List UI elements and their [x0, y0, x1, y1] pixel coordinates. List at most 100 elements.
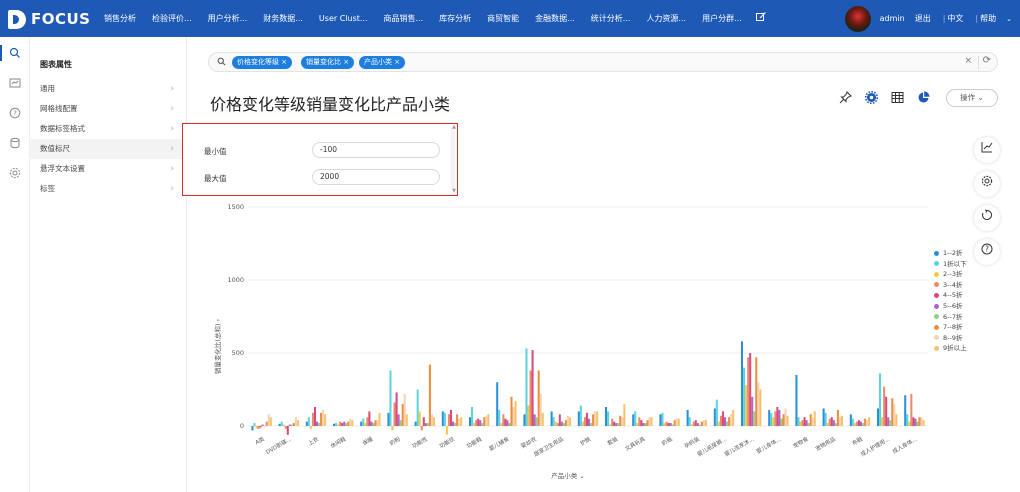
nav-item-inventory[interactable]: 库存分析: [433, 13, 481, 24]
legend-label: 5--6折: [943, 302, 963, 310]
bar: [316, 421, 319, 426]
bar: [502, 414, 505, 426]
bar: [778, 409, 781, 426]
reset-icon[interactable]: [974, 205, 1000, 231]
bar: [581, 421, 584, 426]
dashboard-icon[interactable]: [9, 77, 21, 89]
bar: [912, 417, 915, 426]
legend-item[interactable]: 3--4折: [934, 279, 962, 289]
nav-item-user-segment[interactable]: 用户分群...: [696, 13, 752, 24]
bar: [318, 423, 321, 426]
bar: [671, 424, 674, 426]
bar: [732, 409, 735, 426]
pie-chart-icon[interactable]: [916, 91, 930, 105]
edit-icon[interactable]: [755, 12, 766, 25]
data-source-icon[interactable]: [9, 137, 21, 149]
gear-icon[interactable]: [864, 90, 878, 105]
bar: [786, 415, 789, 426]
nav-item-sales-analysis[interactable]: 销售分析: [98, 13, 146, 24]
nav-item-product-sales[interactable]: 商品销售...: [378, 13, 434, 24]
bar: [253, 423, 256, 426]
settings-icon[interactable]: [9, 167, 21, 179]
x-tick-label: 套装: [606, 435, 620, 448]
bar: [265, 421, 268, 426]
table-icon[interactable]: [890, 91, 904, 105]
bar: [403, 393, 406, 426]
scroll-down-icon[interactable]: ▼: [452, 188, 456, 194]
max-value-input[interactable]: 2000: [312, 169, 440, 185]
panel-item-general[interactable]: 通用 ›: [30, 79, 186, 99]
axis-chart-icon[interactable]: [974, 137, 1000, 163]
legend-item[interactable]: 2--3折: [934, 268, 962, 278]
bar: [341, 423, 344, 426]
bar: [552, 417, 555, 426]
settings-icon[interactable]: [974, 171, 1000, 197]
language-switch[interactable]: 中文: [947, 13, 963, 24]
bar: [623, 404, 626, 426]
help-link[interactable]: 帮助: [980, 13, 996, 24]
panel-item-hover-text[interactable]: 悬浮文本设置 ›: [30, 159, 186, 179]
panel-item-value-scale[interactable]: 数值标尺 ›: [30, 139, 186, 159]
legend-item[interactable]: 6--7折: [934, 311, 962, 321]
clear-icon[interactable]: ×: [964, 56, 972, 66]
bar: [485, 415, 488, 426]
nav-item-statistics[interactable]: 统计分析...: [585, 13, 641, 24]
search-tag[interactable]: 价格变化等级 ×: [232, 56, 293, 69]
x-tick-label: 婴儿纸尿裤...: [696, 435, 729, 458]
bar: [477, 418, 480, 426]
nav-item-financial-data[interactable]: 金融数据...: [529, 13, 585, 24]
username[interactable]: admin: [880, 14, 905, 23]
chevron-right-icon: ›: [170, 164, 174, 174]
chevron-down-icon[interactable]: ⌄: [1006, 15, 1012, 23]
bar: [430, 414, 433, 426]
nav-item-finance[interactable]: 财务数据...: [257, 13, 313, 24]
bar: [862, 423, 865, 426]
legend-item[interactable]: 7--8折: [934, 321, 962, 331]
x-tick-label: 奶瓶: [660, 435, 674, 448]
bar: [432, 417, 435, 426]
operations-dropdown[interactable]: 操作 ⌄: [946, 89, 998, 107]
bar: [508, 423, 511, 426]
edit-icon-svg: [755, 12, 766, 21]
bar: [596, 411, 599, 426]
nav-item-hr[interactable]: 人力资源...: [640, 13, 696, 24]
scroll-up-icon[interactable]: ▲: [452, 124, 456, 130]
help-icon[interactable]: ?: [974, 239, 1000, 265]
bar: [866, 420, 869, 426]
legend-item[interactable]: 4--5折: [934, 289, 962, 299]
bar: [479, 420, 482, 426]
legend-item[interactable]: 8--9折: [934, 332, 962, 342]
min-value-input[interactable]: -100: [312, 142, 440, 158]
legend-item[interactable]: 1折以下: [934, 258, 967, 268]
avatar[interactable]: [844, 5, 871, 32]
x-tick-label: 孕妈装: [682, 435, 701, 450]
logout-link[interactable]: 退出: [915, 13, 931, 24]
legend-dot: [934, 314, 939, 320]
legend-item[interactable]: 5--6折: [934, 300, 962, 310]
bar: [677, 418, 680, 426]
question-icon[interactable]: ?: [9, 107, 21, 119]
bar: [868, 417, 871, 426]
nav-item-user-cluster[interactable]: User Clust...: [313, 14, 378, 23]
bar: [506, 420, 509, 426]
search-tag[interactable]: 产品小类 ×: [359, 56, 406, 69]
panel-item-labels[interactable]: 标签 ›: [30, 179, 186, 199]
search-icon[interactable]: [9, 47, 21, 59]
nav-item-user-analysis[interactable]: 用户分析...: [202, 13, 258, 24]
focus-logo[interactable]: FOCUS: [8, 9, 91, 29]
nav-item-inspection[interactable]: 检验评价...: [146, 13, 202, 24]
bar: [832, 420, 835, 426]
popup-scrollbar[interactable]: [451, 127, 455, 189]
legend-item[interactable]: 9折以上: [934, 342, 967, 352]
bar: [803, 417, 806, 426]
refresh-icon[interactable]: ⟳: [983, 55, 991, 66]
pin-icon[interactable]: [838, 91, 852, 105]
panel-item-gridlines[interactable]: 网格线配置 ›: [30, 99, 186, 119]
search-tag[interactable]: 销量变化比 ×: [301, 56, 355, 69]
bar: [366, 417, 369, 426]
legend-item[interactable]: 1--2折: [934, 247, 962, 257]
nav-item-trade-intel[interactable]: 商贸智能: [481, 13, 529, 24]
panel-item-data-label-format[interactable]: 数据标签格式 ›: [30, 119, 186, 139]
bar: [305, 421, 308, 426]
search-bar[interactable]: 价格变化等级 × 销量变化比 × 产品小类 × × ⟳: [208, 52, 998, 72]
